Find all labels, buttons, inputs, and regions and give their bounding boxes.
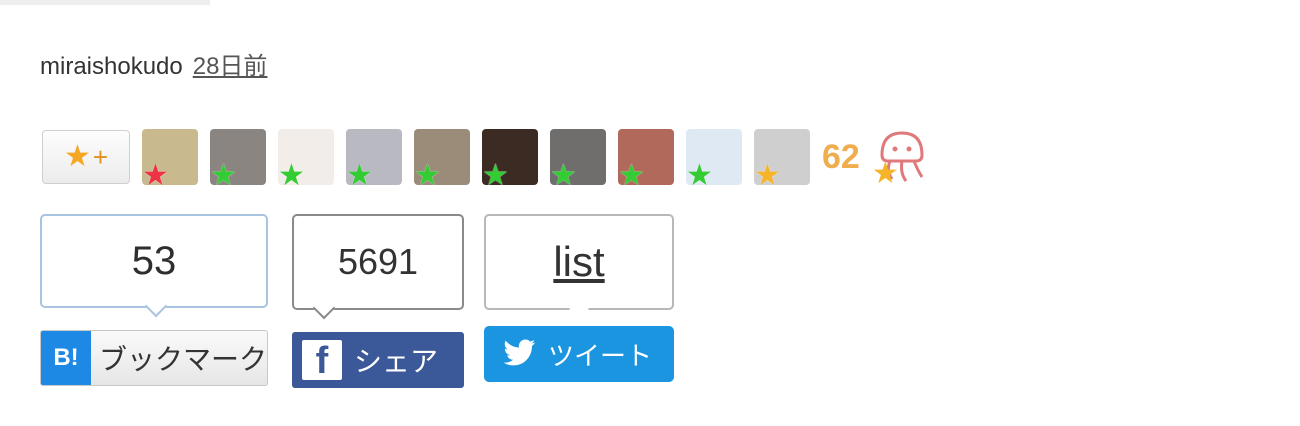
facebook-button-label: シェア: [354, 346, 439, 377]
facebook-count-bubble[interactable]: 5691: [292, 214, 464, 310]
star-user-avatar-2[interactable]: ★: [210, 129, 266, 191]
star-avatars: ★ ★ ★ ★ ★ ★ ★ ★ ★ ★: [142, 129, 822, 191]
plus-icon: +: [92, 142, 109, 172]
star-user-avatar-6[interactable]: ★: [482, 129, 538, 191]
star-icon: ★: [414, 159, 441, 192]
star-icon: ★: [346, 159, 373, 192]
twitter-list-link[interactable]: list: [553, 238, 604, 286]
top-edge-fade: [0, 0, 210, 5]
hatena-logo-icon: B!: [41, 331, 91, 385]
star-user-avatar-9[interactable]: ★: [686, 129, 742, 191]
entry-meta: miraishokudo 28日前: [40, 46, 267, 81]
entry-date-link[interactable]: 28日前: [193, 53, 268, 80]
tweet-button-label: ツイート: [548, 340, 653, 371]
star-user-avatar-3[interactable]: ★: [278, 129, 334, 191]
twitter-widget: list ツイート: [484, 214, 674, 382]
hatena-button-label: ブックマーク: [98, 344, 267, 375]
star-icon: ★: [550, 159, 577, 192]
star-icon: ★: [482, 159, 509, 192]
facebook-count: 5691: [337, 241, 419, 282]
star-count[interactable]: 62: [822, 138, 860, 177]
star-icon: ★: [63, 140, 91, 173]
star-icon: ★: [142, 159, 169, 192]
star-user-avatar-8[interactable]: ★: [618, 129, 674, 191]
username[interactable]: miraishokudo: [40, 53, 183, 80]
facebook-share-button[interactable]: f シェア: [292, 332, 464, 388]
star-user-avatar-4[interactable]: ★: [346, 129, 402, 191]
facebook-share-widget: 5691 f シェア: [292, 214, 464, 388]
star-icon: ★: [686, 159, 713, 192]
twitter-count-bubble: list: [484, 214, 674, 310]
twitter-bird-icon: [500, 334, 540, 374]
hatena-bookmark-button[interactable]: B! ブックマーク: [40, 330, 268, 386]
add-star-button[interactable]: ★ +: [42, 130, 130, 184]
star-icon: ★: [871, 157, 899, 190]
star-user-avatar-1[interactable]: ★: [142, 129, 198, 191]
tweet-button[interactable]: ツイート: [484, 326, 674, 382]
star-icon: ★: [618, 159, 645, 192]
jellyfish-icon[interactable]: ★: [872, 127, 932, 190]
star-user-avatar-7[interactable]: ★: [550, 129, 606, 191]
hatena-bookmark-widget: 53 B! ブックマーク: [40, 214, 268, 386]
star-user-avatar-5[interactable]: ★: [414, 129, 470, 191]
facebook-logo-icon: f: [302, 340, 342, 380]
star-user-avatar-10[interactable]: ★: [754, 129, 810, 191]
hatena-count: 53: [131, 238, 177, 283]
star-icon: ★: [210, 159, 237, 192]
hatena-count-bubble[interactable]: 53: [40, 214, 268, 308]
star-icon: ★: [754, 159, 781, 192]
star-row: ★ + ★ ★ ★ ★ ★ ★ ★ ★ ★ ★ 62 ★: [42, 127, 932, 191]
star-icon: ★: [278, 159, 305, 192]
